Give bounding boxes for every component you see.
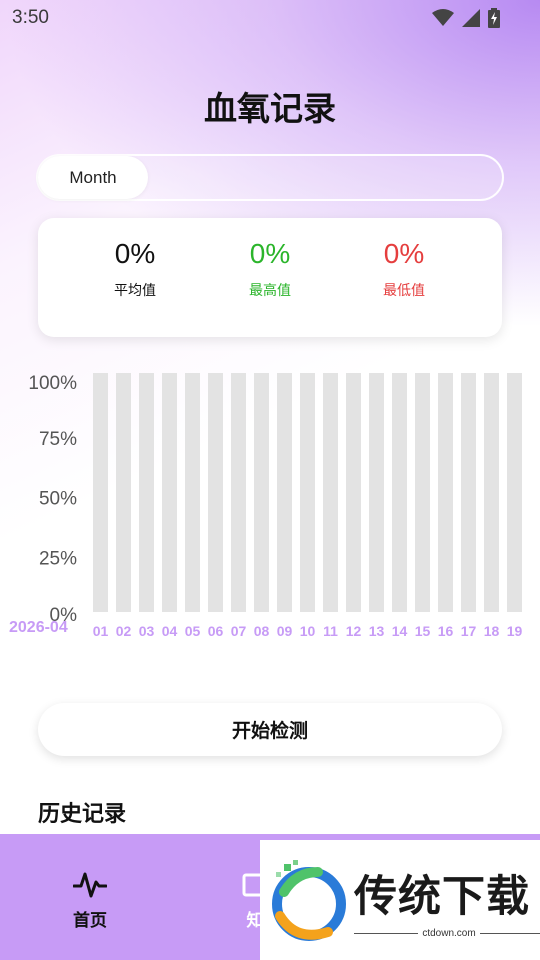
watermark-text: 传统下载	[354, 872, 530, 922]
x-tick-label: 15	[415, 623, 431, 639]
bar-track-19	[507, 373, 522, 612]
x-tick-label: 03	[139, 623, 155, 639]
bar-track-15	[415, 373, 430, 612]
wifi-icon	[432, 9, 454, 26]
bar-track-03	[139, 373, 154, 612]
nav-home[interactable]: 首页	[50, 870, 130, 931]
battery-icon	[488, 8, 500, 28]
bar-track-05	[185, 373, 200, 612]
stat-max-label: 最高值	[249, 283, 291, 299]
pulse-icon	[72, 872, 108, 898]
bar-track-14	[392, 373, 407, 612]
watermark-url: ctdown.com	[422, 927, 476, 939]
x-tick-label: 17	[461, 623, 477, 639]
y-tick-label: 75%	[39, 429, 77, 450]
nav-home-label: 首页	[73, 911, 107, 931]
x-tick-label: 12	[346, 623, 362, 639]
watermark-url-row: ctdown.com	[354, 926, 540, 940]
stats-card: 0% 平均值 0% 最高值 0% 最低值	[38, 218, 502, 337]
bar-track-16	[438, 373, 453, 612]
chart-month-label: 2026-04	[9, 619, 68, 636]
x-tick-label: 06	[208, 623, 224, 639]
stat-average-value: 0%	[114, 238, 156, 269]
stat-min: 0% 最低值	[334, 238, 474, 300]
bar-track-02	[116, 373, 131, 612]
status-time: 3:50	[12, 7, 49, 28]
stat-min-value: 0%	[383, 238, 425, 269]
x-tick-label: 11	[323, 623, 338, 639]
stat-average-label: 平均值	[114, 283, 156, 299]
period-tab-bar: Month	[36, 154, 504, 201]
bar-track-06	[208, 373, 223, 612]
x-tick-label: 05	[185, 623, 201, 639]
x-tick-label: 01	[93, 623, 109, 639]
x-tick-label: 19	[507, 623, 523, 639]
tab-month[interactable]: Month	[38, 156, 148, 199]
page-title: 血氧记录	[204, 89, 336, 128]
x-tick-label: 07	[231, 623, 247, 639]
y-tick-label: 25%	[39, 548, 77, 569]
x-tick-label: 16	[438, 623, 454, 639]
bar-track-08	[254, 373, 269, 612]
x-tick-label: 18	[484, 623, 500, 639]
stat-average: 0% 平均值	[65, 238, 205, 300]
x-tick-label: 04	[162, 623, 178, 639]
bar-track-01	[93, 373, 108, 612]
x-tick-label: 10	[300, 623, 316, 639]
watermark-logo-icon	[272, 860, 346, 941]
bar-track-18	[484, 373, 499, 612]
watermark: 传统下载 ctdown.com	[260, 840, 540, 960]
x-tick-label: 14	[392, 623, 408, 639]
y-tick-label: 50%	[39, 489, 77, 510]
bar-track-12	[346, 373, 361, 612]
x-tick-label: 13	[369, 623, 385, 639]
bar-track-10	[300, 373, 315, 612]
bar-track-04	[162, 373, 177, 612]
x-tick-label: 08	[254, 623, 270, 639]
spo2-bar-chart: 100%75%50%25%0%01 02 03 04 05 06 07 08 09 10 11 12 1…	[9, 373, 523, 639]
start-measure-button[interactable]: 开始检测	[38, 703, 502, 756]
y-tick-label: 100%	[28, 373, 77, 394]
bar-track-11	[323, 373, 338, 612]
history-title: 历史记录	[38, 802, 127, 827]
stat-max-value: 0%	[249, 238, 291, 269]
status-icons	[432, 8, 500, 28]
stat-max: 0% 最高值	[200, 238, 340, 300]
stat-min-label: 最低值	[383, 283, 425, 299]
x-tick-label: 09	[277, 623, 293, 639]
bar-track-17	[461, 373, 476, 612]
bar-track-07	[231, 373, 246, 612]
x-tick-label: 02	[116, 623, 132, 639]
cell-signal-icon	[462, 9, 480, 27]
bar-track-13	[369, 373, 384, 612]
status-bar: 3:50	[0, 0, 540, 36]
bar-track-09	[277, 373, 292, 612]
